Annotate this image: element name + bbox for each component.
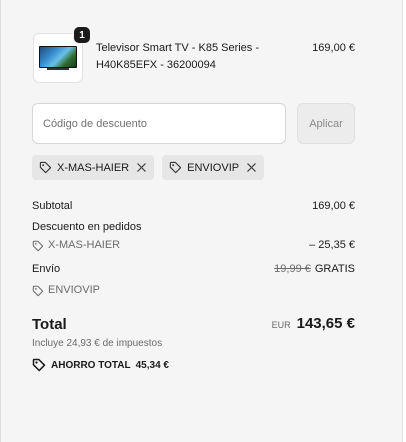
order-discount-label: Descuento en pedidos <box>32 221 142 233</box>
savings-tag-icon <box>32 358 46 372</box>
shipping-original-price: 19,99 € <box>274 263 311 275</box>
total-currency: EUR <box>271 320 291 330</box>
quantity-badge: 1 <box>73 26 91 44</box>
shipping-code: ENVIOVIP <box>48 284 100 296</box>
discount-tag-code: ENVIOVIP <box>187 161 240 174</box>
order-discount-value: – 25,35 € <box>309 239 355 251</box>
product-price: 169,00 € <box>312 42 355 54</box>
product-title: Televisor Smart TV - K85 Series - H40K85… <box>96 42 260 71</box>
shipping-value: GRATIS <box>314 263 355 275</box>
savings-value: 45,34 € <box>135 359 169 371</box>
discount-code-form: Aplicar <box>32 103 355 144</box>
tag-icon <box>169 161 182 174</box>
total-amount: 143,65 € <box>296 315 355 332</box>
savings-label: AHORRO TOTAL <box>51 359 131 371</box>
total-row: Total EUR 143,65 € <box>32 313 355 337</box>
close-icon[interactable] <box>136 162 147 173</box>
tv-thumbnail <box>39 46 77 70</box>
subtotal-value: 169,00 € <box>312 200 355 212</box>
tag-icon <box>32 285 44 296</box>
total-label: Total <box>32 316 67 333</box>
discount-code-input[interactable] <box>32 103 286 144</box>
panel-left-border <box>0 0 1 442</box>
subtotal-label: Subtotal <box>32 200 73 212</box>
apply-discount-button[interactable]: Aplicar <box>297 103 355 144</box>
order-discount-row: Descuento en pedidos <box>32 220 355 235</box>
discount-tag: ENVIOVIP <box>162 155 265 180</box>
subtotal-row: Subtotal 169,00 € <box>32 199 355 214</box>
total-savings: AHORRO TOTAL 45,34 € <box>32 358 169 372</box>
order-discount-code-row: X-MAS-HAIER – 25,35 € <box>32 238 355 257</box>
taxes-note: Incluye 24,93 € de impuestos <box>32 338 163 349</box>
shipping-row: Envío 19,99 € GRATIS <box>32 262 355 277</box>
close-icon[interactable] <box>246 162 257 173</box>
order-discount-code: X-MAS-HAIER <box>48 239 121 251</box>
discount-tag: X-MAS-HAIER <box>32 155 155 180</box>
cart-line-item: 1 Televisor Smart TV - K85 Series - H40K… <box>33 26 355 85</box>
tag-icon <box>32 240 44 251</box>
applied-discount-tags: X-MAS-HAIER ENVIOVIP <box>32 155 265 180</box>
discount-tag-code: X-MAS-HAIER <box>57 161 130 174</box>
shipping-code-row: ENVIOVIP <box>32 283 355 302</box>
tag-icon <box>39 161 52 174</box>
shipping-label: Envío <box>32 263 61 275</box>
panel-right-edge <box>402 0 406 442</box>
